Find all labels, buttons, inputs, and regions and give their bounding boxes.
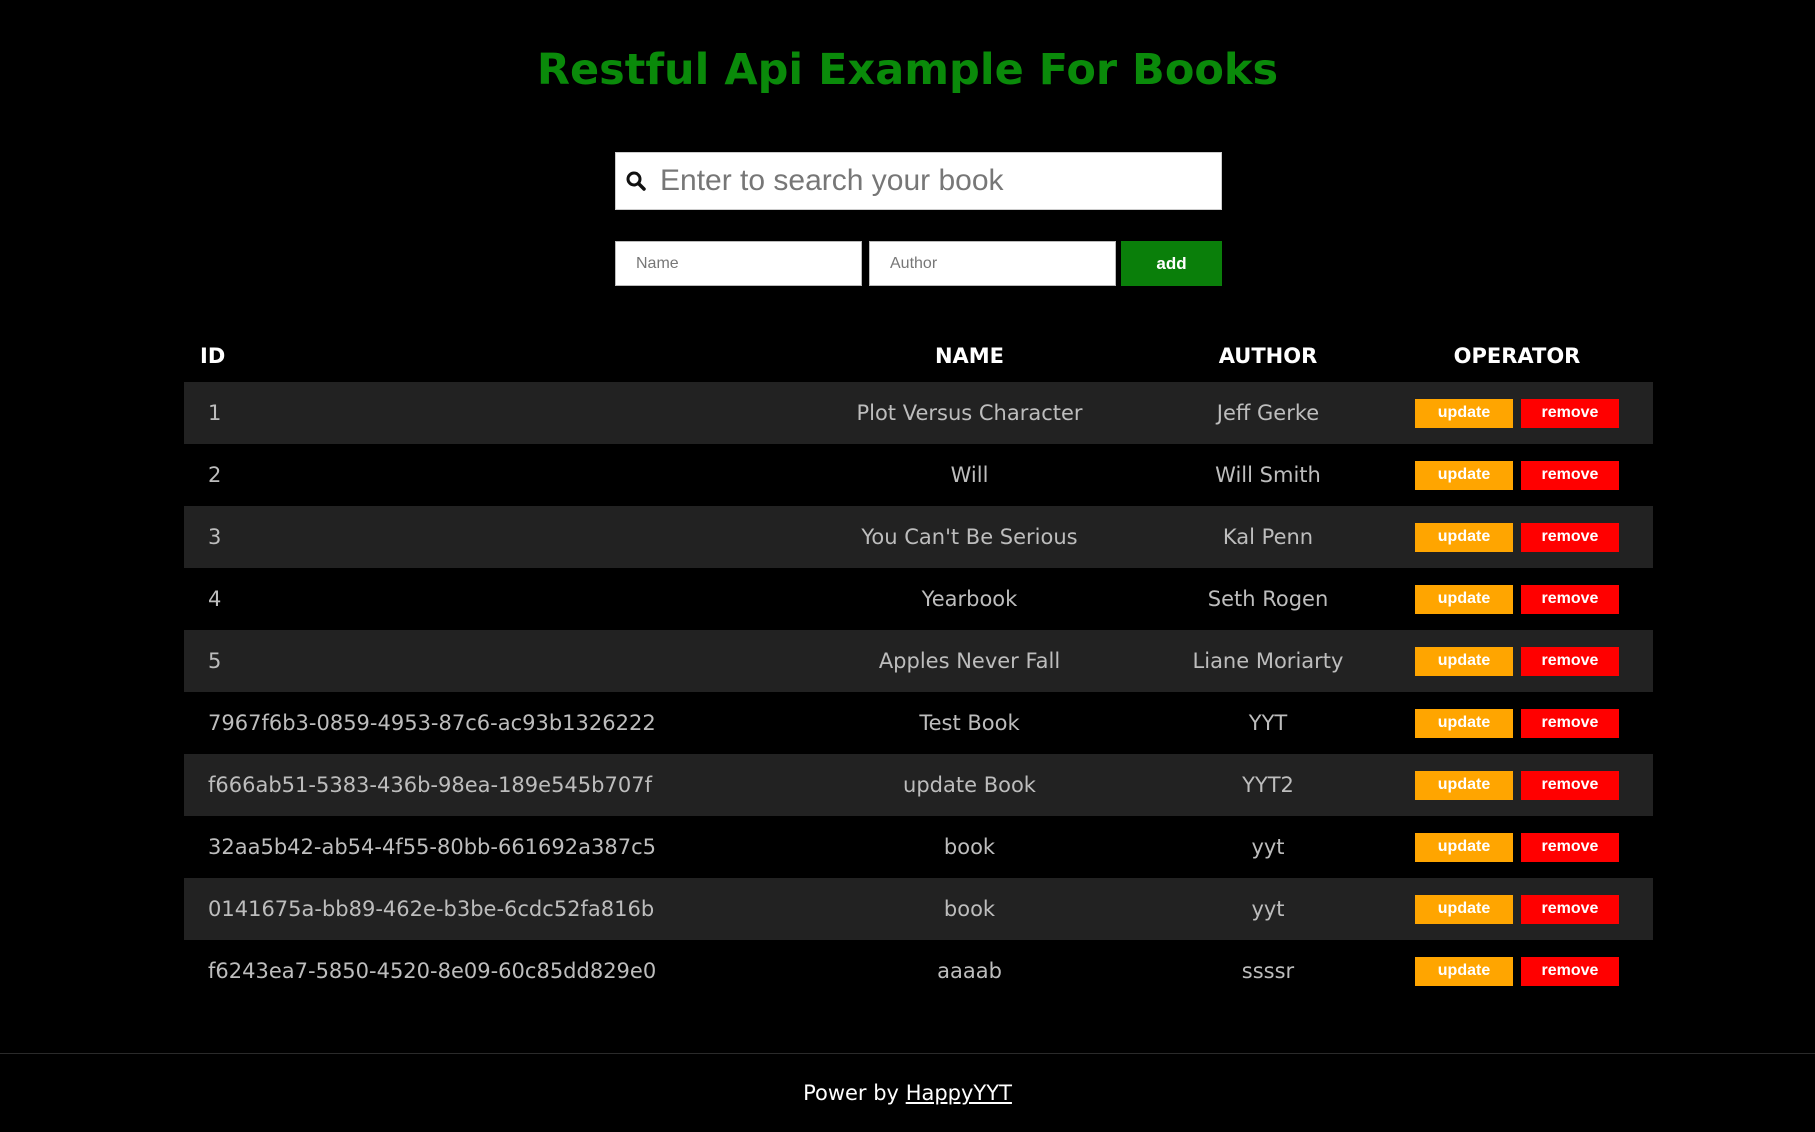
cell-operator: update remove <box>1381 816 1653 878</box>
cell-name: update Book <box>784 754 1155 816</box>
cell-operator: update remove <box>1381 754 1653 816</box>
cell-id: 2 <box>208 463 222 487</box>
cell-name: Test Book <box>919 711 1020 735</box>
remove-button[interactable]: remove <box>1521 522 1619 552</box>
author-field[interactable] <box>869 241 1116 286</box>
remove-button[interactable]: remove <box>1521 894 1619 924</box>
cell-author: YYT2 <box>1155 754 1381 816</box>
page-title: Restful Api Example For Books <box>536 45 1279 95</box>
update-button[interactable]: update <box>1415 708 1513 738</box>
table-row: 3 You Can't Be Serious Kal Penn update re… <box>184 506 1653 568</box>
cell-name: book <box>943 835 996 859</box>
remove-button[interactable]: remove <box>1521 770 1619 800</box>
table-row: 7967f6b3-0859-4953-87c6-ac93b1326222 Tes… <box>184 692 1653 754</box>
cell-author: yyt <box>1251 835 1285 859</box>
cell-author: Seth Rogen <box>1207 587 1329 611</box>
cell-author: Will Smith <box>1215 463 1321 487</box>
cell-name: Apples Never Fall <box>784 630 1155 692</box>
update-button[interactable]: update <box>1415 956 1513 986</box>
cell-operator: update remove <box>1381 444 1653 506</box>
cell-id: 7967f6b3-0859-4953-87c6-ac93b1326222 <box>208 711 656 735</box>
cell-id: f6243ea7-5850-4520-8e09-60c85dd829e0 <box>208 959 657 983</box>
cell-id: 32aa5b42-ab54-4f55-80bb-661692a387c5 <box>208 835 656 859</box>
cell-id: 4 <box>208 587 222 611</box>
footer: Power by HappyYYT <box>0 1053 1815 1131</box>
cell-operator: update remove <box>1381 630 1653 692</box>
header-name: NAME <box>934 344 1005 368</box>
table-row: 1 Plot Versus Character Jeff Gerke updat… <box>184 382 1653 444</box>
cell-operator: update remove <box>1381 568 1653 630</box>
footer-link[interactable]: HappyYYT <box>906 1081 1012 1105</box>
update-button[interactable]: update <box>1415 832 1513 862</box>
update-button[interactable]: update <box>1415 522 1513 552</box>
cell-author: YYT <box>1248 711 1288 735</box>
cell-author: Liane Moriarty <box>1155 630 1381 692</box>
name-field[interactable] <box>615 241 862 286</box>
table-row: 32aa5b42-ab54-4f55-80bb-661692a387c5 boo… <box>184 816 1653 878</box>
remove-button[interactable]: remove <box>1521 584 1619 614</box>
remove-button[interactable]: remove <box>1521 832 1619 862</box>
table-row: 5 Apples Never Fall Liane Moriarty updat… <box>184 630 1653 692</box>
table-header-row: ID NAME AUTHOR OPERATOR <box>184 330 1653 382</box>
cell-id: 3 <box>184 506 784 568</box>
cell-id: 5 <box>184 630 784 692</box>
cell-author: ssssr <box>1241 959 1295 983</box>
cell-operator: update remove <box>1381 940 1653 1002</box>
table-row: f6243ea7-5850-4520-8e09-60c85dd829e0 aaa… <box>184 940 1653 1002</box>
cell-name: You Can't Be Serious <box>784 506 1155 568</box>
remove-button[interactable]: remove <box>1521 956 1619 986</box>
cell-id: 0141675a-bb89-462e-b3be-6cdc52fa816b <box>184 878 784 940</box>
search-icon <box>616 152 656 210</box>
remove-button[interactable]: remove <box>1521 460 1619 490</box>
remove-button[interactable]: remove <box>1521 646 1619 676</box>
table-row: 2 Will Will Smith update remove <box>184 444 1653 506</box>
cell-author: Kal Penn <box>1155 506 1381 568</box>
cell-name: Will <box>950 463 989 487</box>
footer-prefix: Power by <box>803 1081 899 1105</box>
update-button[interactable]: update <box>1415 584 1513 614</box>
header-id: ID <box>200 344 226 368</box>
table-row: 4 Yearbook Seth Rogen update remove <box>184 568 1653 630</box>
cell-id: 1 <box>184 382 784 444</box>
cell-operator: update remove <box>1381 506 1653 568</box>
search-box[interactable] <box>615 152 1222 210</box>
update-button[interactable]: update <box>1415 894 1513 924</box>
table-row: 0141675a-bb89-462e-b3be-6cdc52fa816b boo… <box>184 878 1653 940</box>
search-input[interactable] <box>656 154 1221 208</box>
cell-operator: update remove <box>1381 878 1653 940</box>
header-author: AUTHOR <box>1218 344 1318 368</box>
table-row: f666ab51-5383-436b-98ea-189e545b707f upd… <box>184 754 1653 816</box>
cell-name: aaaab <box>937 959 1002 983</box>
cell-author: Jeff Gerke <box>1155 382 1381 444</box>
remove-button[interactable]: remove <box>1521 398 1619 428</box>
books-table: ID NAME AUTHOR OPERATOR 1 Plot Versus Ch… <box>184 330 1653 1002</box>
remove-button[interactable]: remove <box>1521 708 1619 738</box>
update-button[interactable]: update <box>1415 646 1513 676</box>
cell-id: f666ab51-5383-436b-98ea-189e545b707f <box>184 754 784 816</box>
cell-author: yyt <box>1155 878 1381 940</box>
cell-name: book <box>784 878 1155 940</box>
update-button[interactable]: update <box>1415 460 1513 490</box>
cell-operator: update remove <box>1381 692 1653 754</box>
header-operator: OPERATOR <box>1453 344 1581 368</box>
cell-name: Plot Versus Character <box>784 382 1155 444</box>
cell-name: Yearbook <box>921 587 1018 611</box>
update-button[interactable]: update <box>1415 398 1513 428</box>
update-button[interactable]: update <box>1415 770 1513 800</box>
add-button[interactable]: add <box>1121 241 1222 286</box>
cell-operator: update remove <box>1381 382 1653 444</box>
